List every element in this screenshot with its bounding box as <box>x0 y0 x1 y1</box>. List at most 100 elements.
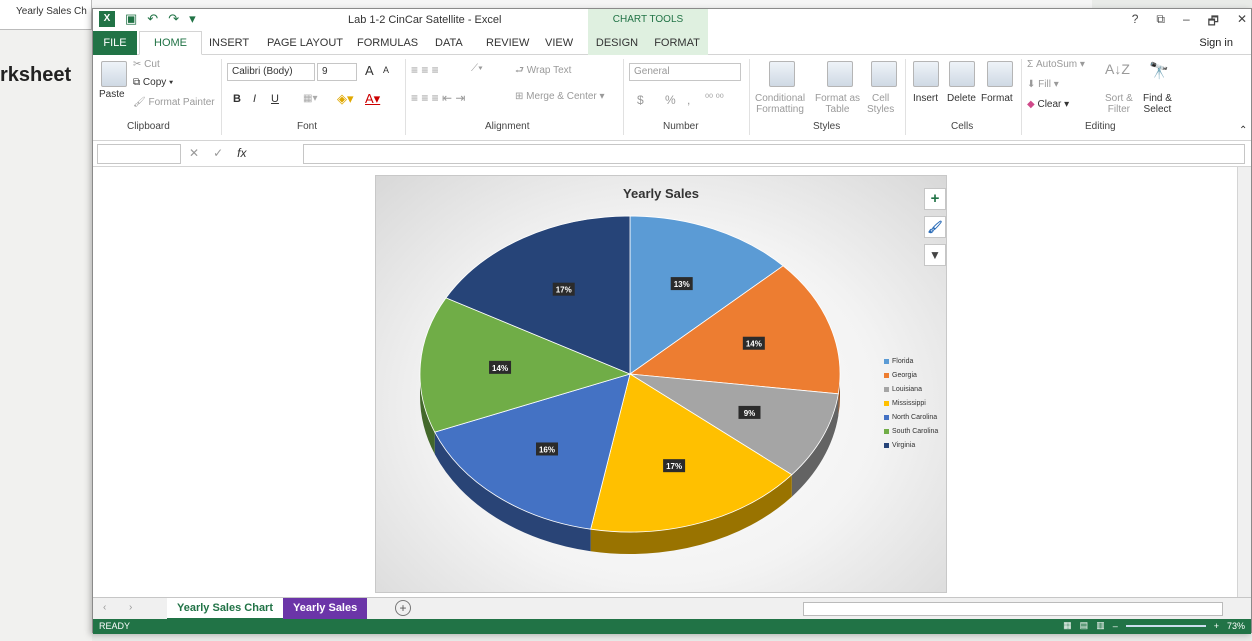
italic-button[interactable]: I <box>253 93 256 105</box>
sort-filter-button[interactable]: Sort & Filter <box>1105 93 1133 115</box>
tab-view[interactable]: VIEW <box>545 31 573 55</box>
format-as-table-button[interactable]: Format as Table <box>815 93 860 115</box>
tab-data[interactable]: DATA <box>435 31 463 55</box>
currency-button[interactable]: $ <box>637 93 644 107</box>
chart-styles-button[interactable]: 🖌 <box>924 216 946 238</box>
name-box[interactable] <box>97 144 181 164</box>
legend-item[interactable]: North Carolina <box>884 410 938 424</box>
close-button[interactable]: ✕ <box>1237 12 1247 33</box>
insert-function-button[interactable]: fx <box>237 146 246 160</box>
tab-home[interactable]: HOME <box>139 31 202 55</box>
percent-button[interactable]: % <box>665 93 676 107</box>
legend-item[interactable]: Georgia <box>884 368 938 382</box>
align-left-icon[interactable]: ≡ ≡ ≡ ⇤ ⇥ <box>411 91 465 105</box>
shrink-font-button[interactable]: A <box>383 65 389 75</box>
ribbon-display-button[interactable]: ⧉ <box>1156 12 1165 33</box>
font-family-select[interactable]: Calibri (Body) <box>227 63 315 81</box>
copy-button[interactable]: ⧉ Copy ▾ <box>133 77 173 88</box>
font-color-icon[interactable]: A▾ <box>365 91 380 107</box>
tab-insert[interactable]: INSERT <box>209 31 249 55</box>
fill-color-icon[interactable]: ◈▾ <box>337 91 354 107</box>
font-size-select[interactable]: 9 <box>317 63 357 81</box>
normal-view-icon[interactable]: ▦ <box>1063 620 1072 631</box>
redo-icon[interactable]: ↷ <box>168 11 179 27</box>
qat-customize-icon[interactable]: ▾ <box>189 11 196 27</box>
format-cells-icon[interactable] <box>987 61 1013 87</box>
vertical-scrollbar[interactable] <box>1237 167 1251 597</box>
zoom-out-button[interactable]: – <box>1113 621 1118 631</box>
insert-button[interactable]: Insert <box>913 93 938 104</box>
help-button[interactable]: ? <box>1132 12 1139 33</box>
paste-button[interactable]: Paste <box>99 89 125 100</box>
sheet-nav-left-icon[interactable]: ‹ <box>103 602 106 613</box>
fill-button[interactable]: ⬇ Fill ▾ <box>1027 79 1059 90</box>
tab-file[interactable]: FILE <box>93 31 137 55</box>
formula-input[interactable] <box>303 144 1245 164</box>
underline-button[interactable]: U <box>271 93 279 105</box>
bold-button[interactable]: B <box>233 93 241 105</box>
collapse-ribbon-icon[interactable]: ⌃ <box>1239 125 1247 136</box>
delete-cells-icon[interactable] <box>949 61 975 87</box>
cut-button[interactable]: ✂ Cut <box>133 59 160 70</box>
legend-item[interactable]: South Carolina <box>884 424 938 438</box>
page-break-view-icon[interactable]: ▥ <box>1096 620 1105 631</box>
zoom-level[interactable]: 73% <box>1227 621 1245 631</box>
decimal-icon[interactable]: ⁰⁰ ⁰⁰ <box>705 93 724 104</box>
wrap-text-button[interactable]: ⮐ Wrap Text <box>515 63 571 80</box>
tab-formulas[interactable]: FORMULAS <box>357 31 418 55</box>
chart-legend[interactable]: Florida Georgia Louisiana Mississippi North … <box>884 354 938 452</box>
zoom-slider[interactable] <box>1125 624 1206 627</box>
tab-review[interactable]: REVIEW <box>486 31 529 55</box>
restore-button[interactable]: 🗗 <box>1208 12 1219 33</box>
sheet-nav-right-icon[interactable]: › <box>129 602 132 613</box>
tab-design[interactable]: DESIGN <box>588 31 646 55</box>
grow-font-button[interactable]: A <box>365 63 374 78</box>
legend-item[interactable]: Florida <box>884 354 938 368</box>
save-icon[interactable]: ▣ <box>125 11 137 27</box>
tab-page-layout[interactable]: PAGE LAYOUT <box>267 31 343 55</box>
legend-swatch <box>884 414 889 420</box>
clear-button[interactable]: ◆ Clear ▾ <box>1027 99 1069 110</box>
horizontal-scrollbar[interactable] <box>803 602 1223 616</box>
undo-icon[interactable]: ↶ <box>147 11 158 27</box>
legend-swatch <box>884 400 889 406</box>
align-top-icon[interactable]: ≡ ≡ ≡ <box>411 63 439 77</box>
chart-area[interactable]: Yearly Sales 13% 14% 9% 17% 16% 14% 17% + 🖌 ▼ … <box>375 175 947 593</box>
legend-item[interactable]: Virginia <box>884 438 938 452</box>
svg-text:17%: 17% <box>666 462 682 471</box>
add-sheet-button[interactable]: + <box>395 600 411 616</box>
sort-filter-icon[interactable]: A↓Z <box>1105 61 1130 77</box>
cell-styles-icon[interactable] <box>871 61 897 87</box>
legend-item[interactable]: Mississippi <box>884 396 938 410</box>
chart-elements-button[interactable]: + <box>924 188 946 210</box>
minimize-button[interactable]: – <box>1183 12 1190 33</box>
enter-icon[interactable]: ✓ <box>213 146 223 160</box>
window-controls: ? ⧉ – 🗗 ✕ <box>1132 12 1247 33</box>
borders-icon[interactable]: ▦▾ <box>303 93 317 104</box>
page-layout-view-icon[interactable]: ▤ <box>1080 620 1089 631</box>
find-select-button[interactable]: Find & Select <box>1143 93 1172 115</box>
format-button[interactable]: Format <box>981 93 1013 104</box>
sheet-tab-yearly-sales[interactable]: Yearly Sales <box>283 598 368 620</box>
paste-icon[interactable] <box>101 61 127 87</box>
format-painter-button[interactable]: 🖌 Format Painter <box>133 97 215 108</box>
insert-cells-icon[interactable] <box>913 61 939 87</box>
chart-filters-button[interactable]: ▼ <box>924 244 946 266</box>
format-as-table-icon[interactable] <box>827 61 853 87</box>
zoom-in-button[interactable]: + <box>1214 621 1219 631</box>
cell-styles-button[interactable]: Cell Styles <box>867 93 894 115</box>
sign-in-link[interactable]: Sign in <box>1199 37 1233 49</box>
conditional-formatting-icon[interactable] <box>769 61 795 87</box>
orientation-icon[interactable]: ⟋▾ <box>471 63 483 74</box>
find-select-icon[interactable]: 🔭 <box>1149 61 1169 81</box>
number-format-select[interactable]: General <box>629 63 741 81</box>
conditional-formatting-button[interactable]: Conditional Formatting <box>755 93 805 115</box>
legend-item[interactable]: Louisiana <box>884 382 938 396</box>
sheet-tab-yearly-sales-chart[interactable]: Yearly Sales Chart <box>167 598 284 620</box>
merge-center-button[interactable]: ⊞ Merge & Center ▾ <box>515 91 605 102</box>
autosum-button[interactable]: Σ AutoSum ▾ <box>1027 59 1085 70</box>
delete-button[interactable]: Delete <box>947 93 976 104</box>
comma-button[interactable]: , <box>687 93 690 107</box>
tab-format[interactable]: FORMAT <box>646 31 708 55</box>
cancel-icon[interactable]: ✕ <box>189 146 199 160</box>
